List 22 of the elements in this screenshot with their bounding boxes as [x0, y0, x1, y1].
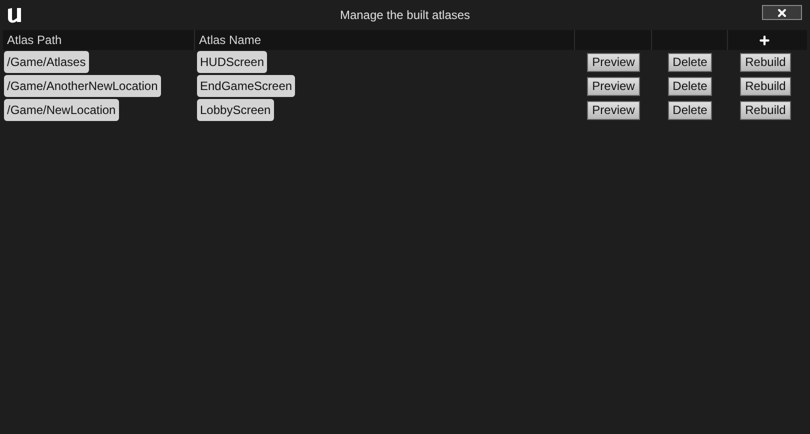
path-field[interactable]: /Game/NewLocation — [4, 99, 119, 121]
column-header: Atlas Path — [3, 30, 195, 50]
add-icon — [758, 34, 770, 46]
action-button[interactable]: Delete — [668, 100, 712, 120]
action-button[interactable]: Rebuild — [740, 100, 791, 120]
add-button[interactable] — [758, 34, 770, 46]
action-button[interactable]: Delete — [668, 76, 712, 96]
path-field[interactable]: /Game/AnotherNewLocation — [4, 75, 161, 97]
path-field[interactable]: /Game/Atlases — [4, 51, 89, 73]
name-field[interactable]: LobbyScreen — [197, 99, 274, 121]
column-header: Atlas Name — [195, 30, 575, 50]
action-button[interactable]: Rebuild — [740, 52, 791, 72]
close-icon — [776, 6, 788, 18]
name-field[interactable]: EndGameScreen — [197, 75, 296, 97]
action-button[interactable]: Preview — [587, 100, 640, 120]
window-title: Manage the built atlases — [340, 7, 470, 24]
name-field[interactable]: HUDScreen — [197, 51, 268, 73]
action-button[interactable]: Rebuild — [740, 76, 791, 96]
action-button[interactable]: Preview — [587, 76, 640, 96]
close-button[interactable] — [762, 5, 802, 20]
action-button[interactable]: Delete — [668, 52, 712, 72]
action-button[interactable]: Preview — [587, 52, 640, 72]
